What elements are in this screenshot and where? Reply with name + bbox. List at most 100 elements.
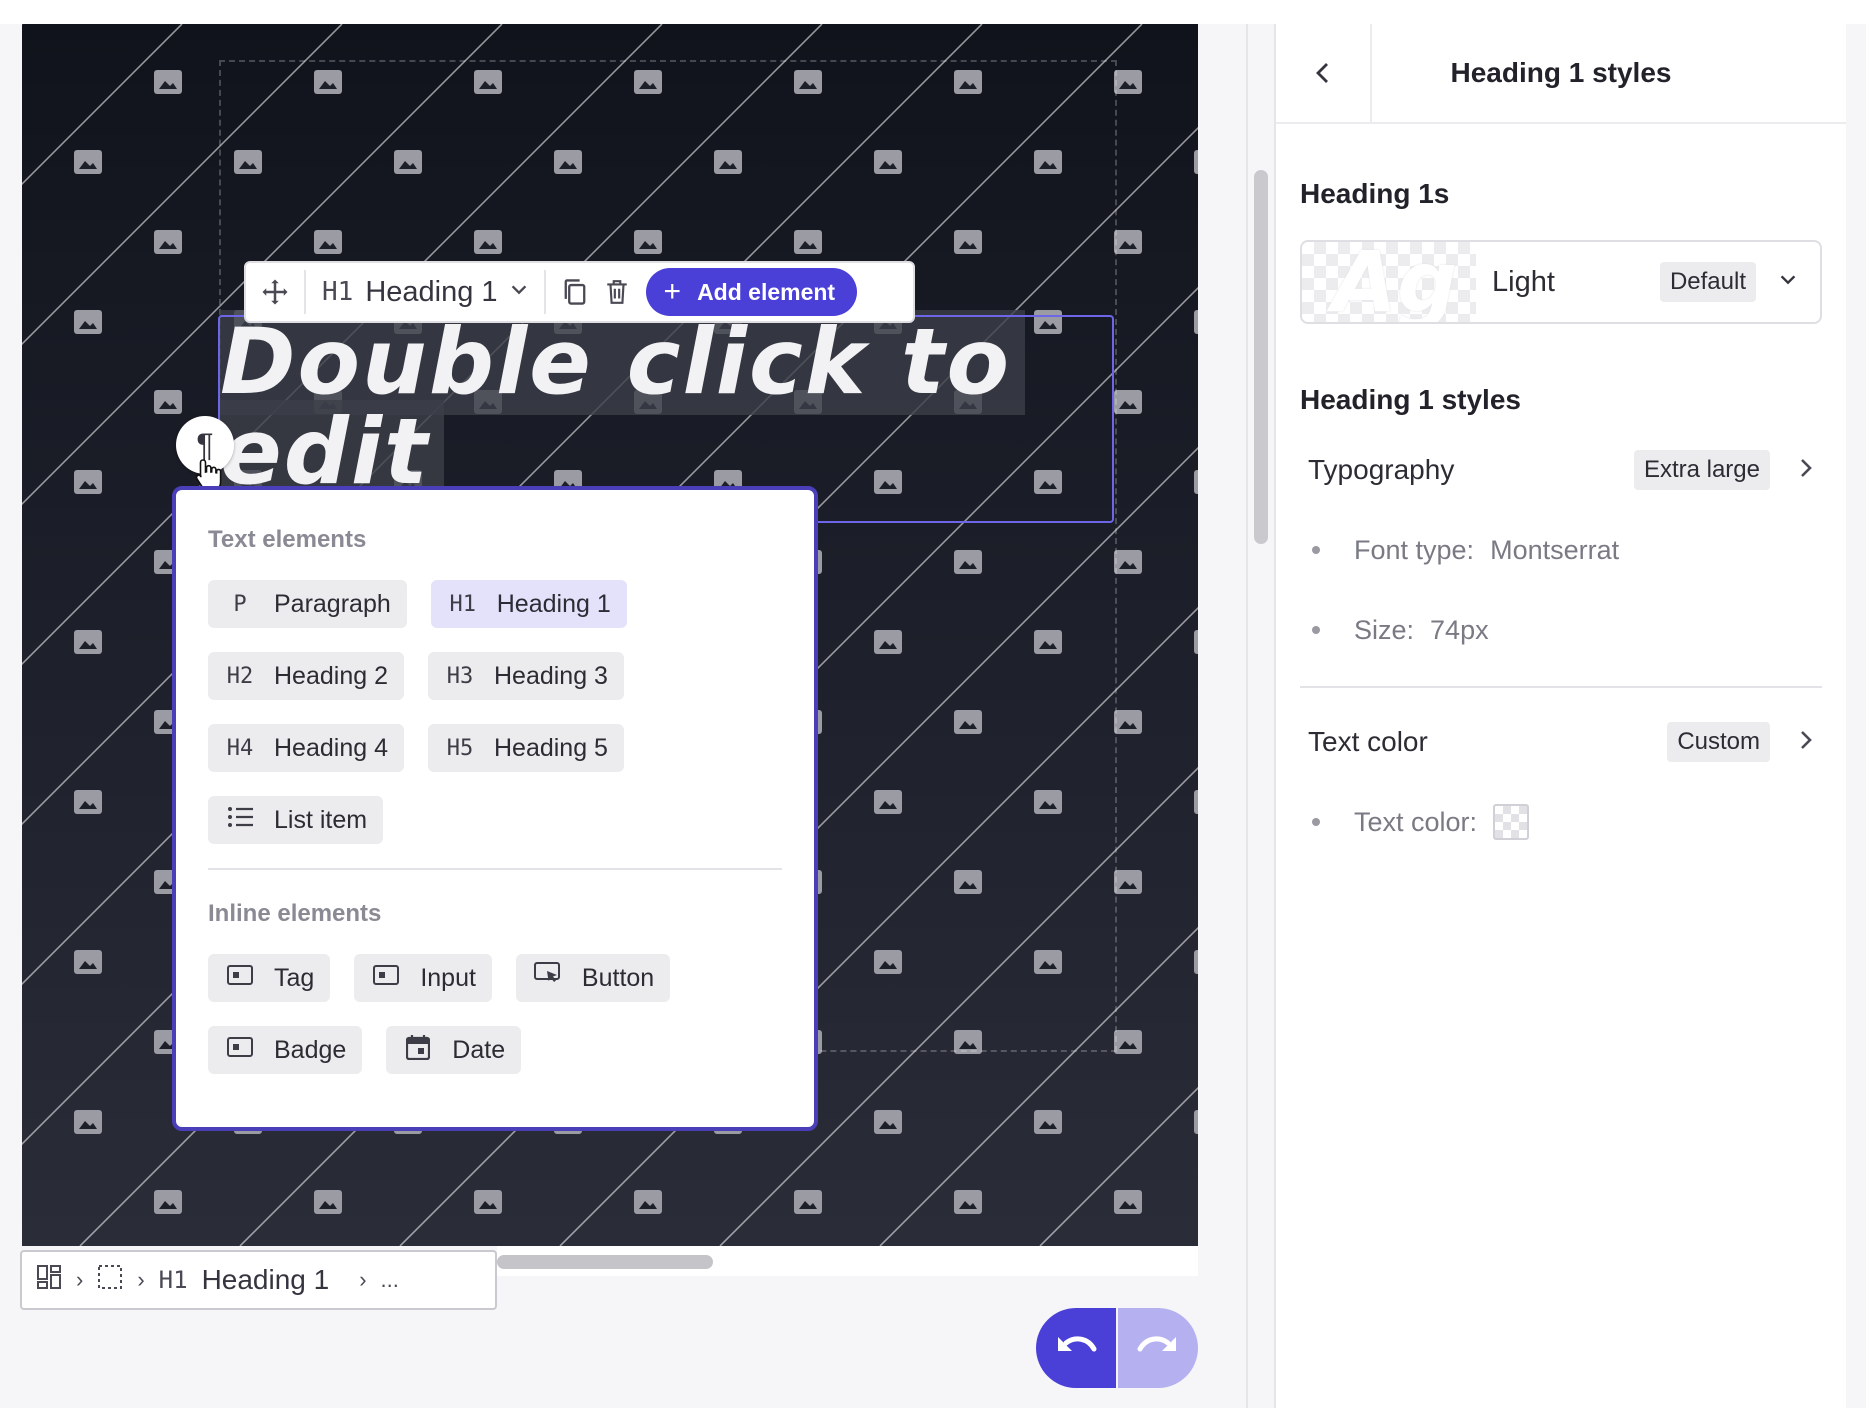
- image-placeholder-icon: [1194, 1110, 1198, 1134]
- image-placeholder-icon: [874, 1110, 902, 1134]
- image-placeholder-icon: [154, 390, 182, 414]
- image-placeholder-icon: [1194, 790, 1198, 814]
- chevron-right-icon: ›: [359, 1267, 367, 1292]
- font-preview-text: Ag: [1332, 242, 1458, 322]
- text-color-value: Custom: [1667, 722, 1770, 762]
- image-placeholder-icon: [1194, 950, 1198, 974]
- font-type-value: Montserrat: [1490, 534, 1620, 565]
- trash-icon[interactable]: [596, 271, 638, 313]
- insert-badge-button[interactable]: Badge: [208, 1026, 363, 1074]
- chevron-down-icon[interactable]: [508, 279, 530, 306]
- default-badge: Default: [1659, 262, 1756, 302]
- font-style-select[interactable]: Ag Light Default: [1300, 240, 1822, 324]
- element-type-select[interactable]: Heading 1: [365, 276, 497, 309]
- insert-button-button[interactable]: Button: [515, 954, 671, 1002]
- insert-heading-3-button[interactable]: H3 Heading 3: [427, 652, 624, 700]
- heading-2-icon: H2: [226, 663, 254, 689]
- inline-elements-title: Inline elements: [208, 900, 382, 927]
- image-placeholder-icon: [314, 1190, 342, 1214]
- text-elements-title: Text elements: [208, 526, 367, 553]
- more-icon[interactable]: ...: [381, 1267, 399, 1293]
- chevron-right-icon: [1770, 727, 1814, 758]
- tag-icon: [226, 965, 254, 991]
- chip-label: Button: [581, 963, 655, 992]
- popover-divider: [208, 868, 782, 870]
- insert-heading-5-button[interactable]: H5 Heading 5: [427, 724, 624, 772]
- chevron-down-icon: [1756, 267, 1820, 298]
- size-value: 74px: [1430, 614, 1489, 645]
- plus-icon: +: [663, 275, 682, 308]
- insert-list-item-button[interactable]: List item: [208, 796, 384, 844]
- font-style-name: Light: [1492, 265, 1555, 298]
- move-icon[interactable]: [254, 271, 296, 313]
- heading-tag-icon: H1: [322, 277, 354, 307]
- chip-label: Heading 3: [493, 661, 608, 690]
- image-placeholder-icon: [1114, 870, 1142, 894]
- image-placeholder-icon: [1114, 710, 1142, 734]
- layout-icon[interactable]: [36, 1264, 62, 1296]
- heading-4-icon: H4: [226, 735, 254, 761]
- styles-section-title: Heading 1 styles: [1300, 384, 1521, 415]
- image-placeholder-icon: [74, 1110, 102, 1134]
- image-placeholder-icon: [74, 310, 102, 334]
- insert-paragraph-button[interactable]: P Paragraph: [208, 580, 407, 628]
- bullet-icon: [1312, 818, 1320, 826]
- insert-element-popover: Text elements P Paragraph H1 Heading 1 H…: [172, 486, 818, 1131]
- text-color-row[interactable]: Text color Custom: [1300, 716, 1822, 768]
- chip-label: Input: [420, 963, 476, 992]
- section-divider: [1300, 686, 1822, 688]
- calendar-icon: [404, 1034, 432, 1066]
- image-placeholder-icon: [1114, 1190, 1142, 1214]
- size-label: Size:: [1354, 614, 1415, 645]
- chip-label: Date: [452, 1035, 506, 1064]
- element-toolbar: H1 Heading 1 + Add element: [244, 261, 915, 323]
- text-color-item-label: Text color:: [1354, 806, 1478, 837]
- container-icon[interactable]: [97, 1264, 123, 1296]
- color-swatch[interactable]: [1493, 804, 1530, 840]
- toolbar-divider: [304, 270, 306, 314]
- image-placeholder-icon: [1114, 230, 1142, 254]
- insert-heading-2-button[interactable]: H2 Heading 2: [208, 652, 404, 700]
- typography-row[interactable]: Typography Extra large: [1300, 444, 1822, 496]
- vertical-scrollbar[interactable]: [1254, 170, 1268, 544]
- redo-button[interactable]: [1118, 1308, 1198, 1388]
- design-canvas[interactable]: Double click to edit H1 Heading 1 + Add …: [22, 24, 1198, 1246]
- add-element-label: Add element: [697, 278, 836, 305]
- insert-date-button[interactable]: Date: [386, 1026, 522, 1074]
- image-placeholder-icon: [1114, 70, 1142, 94]
- chip-label: Badge: [274, 1035, 347, 1064]
- image-placeholder-icon: [154, 230, 182, 254]
- image-placeholder-icon: [74, 630, 102, 654]
- heading-5-icon: H5: [446, 735, 474, 761]
- heading-3-icon: H3: [446, 663, 474, 689]
- image-placeholder-icon: [74, 470, 102, 494]
- add-element-button[interactable]: + Add element: [645, 268, 858, 316]
- size-item: Size: 74px: [1300, 604, 1822, 656]
- duplicate-icon[interactable]: [554, 271, 596, 313]
- chevron-right-icon: [1770, 455, 1814, 486]
- image-placeholder-icon: [1114, 1030, 1142, 1054]
- typography-label: Typography: [1308, 454, 1455, 485]
- image-placeholder-icon: [1194, 470, 1198, 494]
- image-placeholder-icon: [474, 1190, 502, 1214]
- image-placeholder-icon: [634, 1190, 662, 1214]
- font-section-title: Heading 1s: [1300, 178, 1450, 209]
- insert-tag-button[interactable]: Tag: [208, 954, 331, 1002]
- image-placeholder-icon: [154, 70, 182, 94]
- horizontal-scrollbar[interactable]: [497, 1255, 713, 1269]
- undo-icon: [1058, 1336, 1097, 1352]
- chevron-right-icon: ›: [76, 1267, 84, 1292]
- paragraph-icon: P: [233, 591, 247, 617]
- bullet-icon: [1312, 626, 1320, 634]
- bullet-icon: [1312, 546, 1320, 554]
- image-placeholder-icon: [794, 1190, 822, 1214]
- image-placeholder-icon: [1194, 150, 1198, 174]
- button-icon: [533, 962, 562, 994]
- insert-input-button[interactable]: Input: [354, 954, 492, 1002]
- insert-heading-1-button[interactable]: H1 Heading 1: [430, 580, 627, 628]
- text-color-item: Text color:: [1300, 796, 1822, 848]
- insert-heading-4-button[interactable]: H4 Heading 4: [208, 724, 404, 772]
- breadcrumb-current[interactable]: Heading 1: [202, 1264, 330, 1296]
- chip-label: Heading 5: [493, 733, 608, 762]
- undo-button[interactable]: [1036, 1308, 1116, 1388]
